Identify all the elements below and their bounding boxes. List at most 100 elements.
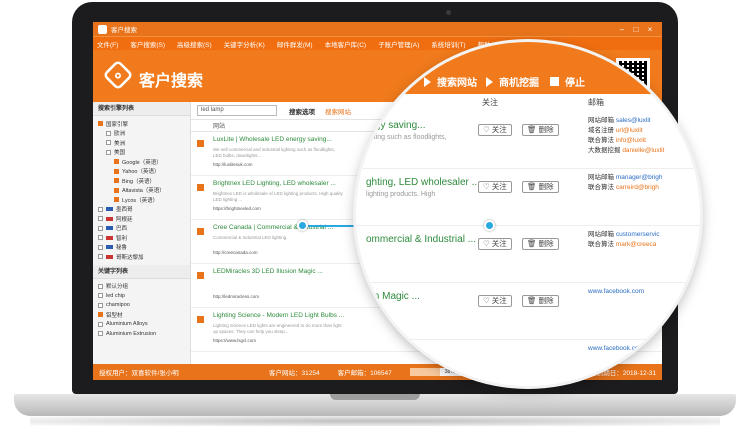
checkbox[interactable] <box>98 235 103 241</box>
lens-row-title[interactable]: ommercial & Industrial ... <box>366 234 476 245</box>
keyword-item[interactable]: 默认分组 <box>98 282 185 292</box>
checkbox[interactable] <box>114 168 119 174</box>
engine-item[interactable]: Yahoo（英语） <box>98 167 185 177</box>
checkbox[interactable] <box>98 254 103 260</box>
checkbox[interactable] <box>98 283 103 289</box>
keyword-tree: 默认分组 led chip chamipoo 铝型材 Aluminium Alloys A… <box>93 279 190 342</box>
close-button[interactable]: × <box>643 25 657 34</box>
menu-keyword-analysis[interactable]: 关键字分析(K) <box>224 39 265 49</box>
engine-item[interactable]: Google（英语） <box>98 157 185 167</box>
engine-item[interactable]: Bing（英语） <box>98 176 185 186</box>
engine-item[interactable]: 阿根廷 <box>98 214 185 224</box>
result-url[interactable]: http://ledmiracless.com <box>213 294 259 299</box>
checkbox[interactable] <box>106 130 111 136</box>
result-title[interactable]: LuxLite | Wholesale LED energy saving... <box>213 136 332 143</box>
engine-item[interactable]: 智利 <box>98 233 185 243</box>
menu-bulk-mail[interactable]: 邮件群发(M) <box>277 39 313 49</box>
row-checkbox[interactable] <box>197 316 204 323</box>
result-title[interactable]: Brightnex LED Lighting, LED wholesaler .… <box>213 180 336 187</box>
result-url[interactable]: http://luxlitesuk.com <box>213 162 253 167</box>
email-value[interactable]: mark@creeca <box>616 241 657 248</box>
keyword-input[interactable]: led lamp <box>197 105 277 116</box>
flag-icon <box>106 226 113 231</box>
menu-file[interactable]: 文件(F) <box>97 39 118 49</box>
checkbox[interactable] <box>98 206 103 212</box>
engine-label: 美国 <box>114 150 126 157</box>
delete-button[interactable]: 🗑 删除 <box>522 181 559 193</box>
result-url[interactable]: https://www.lsgcl.com <box>213 338 256 343</box>
email-value[interactable]: customerservic <box>616 231 660 238</box>
result-url[interactable]: https://brightnexled.com <box>213 206 261 211</box>
checkbox[interactable] <box>114 197 119 203</box>
engine-item[interactable]: 秘鲁 <box>98 243 185 253</box>
follow-button[interactable]: ♡ 关注 <box>478 295 512 307</box>
result-title[interactable]: Lighting Science - Modern LED Light Bulb… <box>213 312 344 319</box>
minimize-button[interactable]: – <box>615 25 629 34</box>
email-source: 网站邮箱 <box>588 231 614 238</box>
email-value[interactable]: www.facebook.com <box>588 288 644 295</box>
row-checkbox[interactable] <box>197 228 204 235</box>
menu-customer-search[interactable]: 客户搜索(S) <box>130 39 165 49</box>
search-options-button[interactable]: 搜索选项 <box>289 106 315 116</box>
engine-item[interactable]: 巴西 <box>98 224 185 234</box>
checkbox[interactable] <box>98 331 103 337</box>
checkbox[interactable] <box>106 140 111 146</box>
email-entry: 网站邮箱 manager@brigh <box>588 173 663 183</box>
engine-item[interactable]: 国家引擎 <box>98 119 185 129</box>
row-checkbox[interactable] <box>197 184 204 191</box>
lens-row-title[interactable]: ion Magic ... <box>366 291 420 302</box>
delete-button[interactable]: 🗑 删除 <box>522 238 559 250</box>
keyword-item[interactable]: led chip <box>98 291 185 301</box>
keyword-item[interactable]: chamipoo <box>98 301 185 311</box>
engine-item[interactable]: 墨西哥 <box>98 205 185 215</box>
email-value[interactable]: danielle@luxlit <box>622 147 664 154</box>
lens-mine-button[interactable]: 商机挖掘 <box>486 74 539 89</box>
checkbox[interactable] <box>98 293 103 299</box>
lens-row-title[interactable]: ergy saving... <box>366 120 425 131</box>
lens-stop-button[interactable]: 停止 <box>550 74 585 89</box>
keyword-item[interactable]: 铝型材 <box>98 310 185 320</box>
search-sites-button[interactable]: 搜索网站 <box>325 106 351 116</box>
lens-row-title[interactable]: ghting, LED wholesaler ... <box>366 177 480 188</box>
result-title[interactable]: LEDMiracles 3D LED Illusion Magic ... <box>213 268 323 275</box>
email-source: 联合算法 <box>588 241 614 248</box>
keyword-item[interactable]: Aluminium Extrusion <box>98 329 185 339</box>
follow-button[interactable]: ♡ 关注 <box>478 238 512 250</box>
email-value[interactable]: carreird@brigh <box>616 184 659 191</box>
email-value[interactable]: info@luxlit <box>616 137 646 144</box>
result-url[interactable]: http://creecanada.com <box>213 250 258 255</box>
menu-advanced-search[interactable]: 高级搜索(S) <box>177 39 212 49</box>
delete-button[interactable]: 🗑 删除 <box>522 295 559 307</box>
checkbox[interactable] <box>114 159 119 165</box>
email-value[interactable]: sales@luxlit <box>616 117 651 124</box>
checkbox[interactable] <box>98 121 103 127</box>
engine-item[interactable]: 欧洲 <box>98 129 185 139</box>
follow-button[interactable]: ♡ 关注 <box>478 181 512 193</box>
checkbox[interactable] <box>98 302 103 308</box>
email-value[interactable]: www.facebook.com <box>588 345 644 352</box>
checkbox[interactable] <box>98 216 103 222</box>
checkbox[interactable] <box>98 225 103 231</box>
engine-item[interactable]: 美洲 <box>98 138 185 148</box>
email-entry: www.facebook.com <box>588 287 644 297</box>
engine-item[interactable]: 哥斯达黎加 <box>98 252 185 262</box>
row-checkbox[interactable] <box>197 140 204 147</box>
delete-button[interactable]: 🗑 删除 <box>522 124 559 136</box>
email-value[interactable]: url@luxlit <box>616 127 643 134</box>
checkbox[interactable] <box>98 312 103 318</box>
checkbox[interactable] <box>98 244 103 250</box>
email-value[interactable]: manager@brigh <box>616 174 663 181</box>
lens-search-button[interactable]: 搜索网站 <box>424 74 477 89</box>
engine-item[interactable]: Lycos（英语） <box>98 195 185 205</box>
checkbox[interactable] <box>114 178 119 184</box>
engine-item[interactable]: 美国 <box>98 148 185 158</box>
email-entry: 联合算法 mark@creeca <box>588 240 656 250</box>
checkbox[interactable] <box>98 321 103 327</box>
engine-item[interactable]: Altavista（英语） <box>98 186 185 196</box>
keyword-item[interactable]: Aluminium Alloys <box>98 320 185 330</box>
checkbox[interactable] <box>114 187 119 193</box>
maximize-button[interactable]: □ <box>629 25 643 34</box>
checkbox[interactable] <box>106 149 111 155</box>
row-checkbox[interactable] <box>197 272 204 279</box>
follow-button[interactable]: ♡ 关注 <box>478 124 512 136</box>
